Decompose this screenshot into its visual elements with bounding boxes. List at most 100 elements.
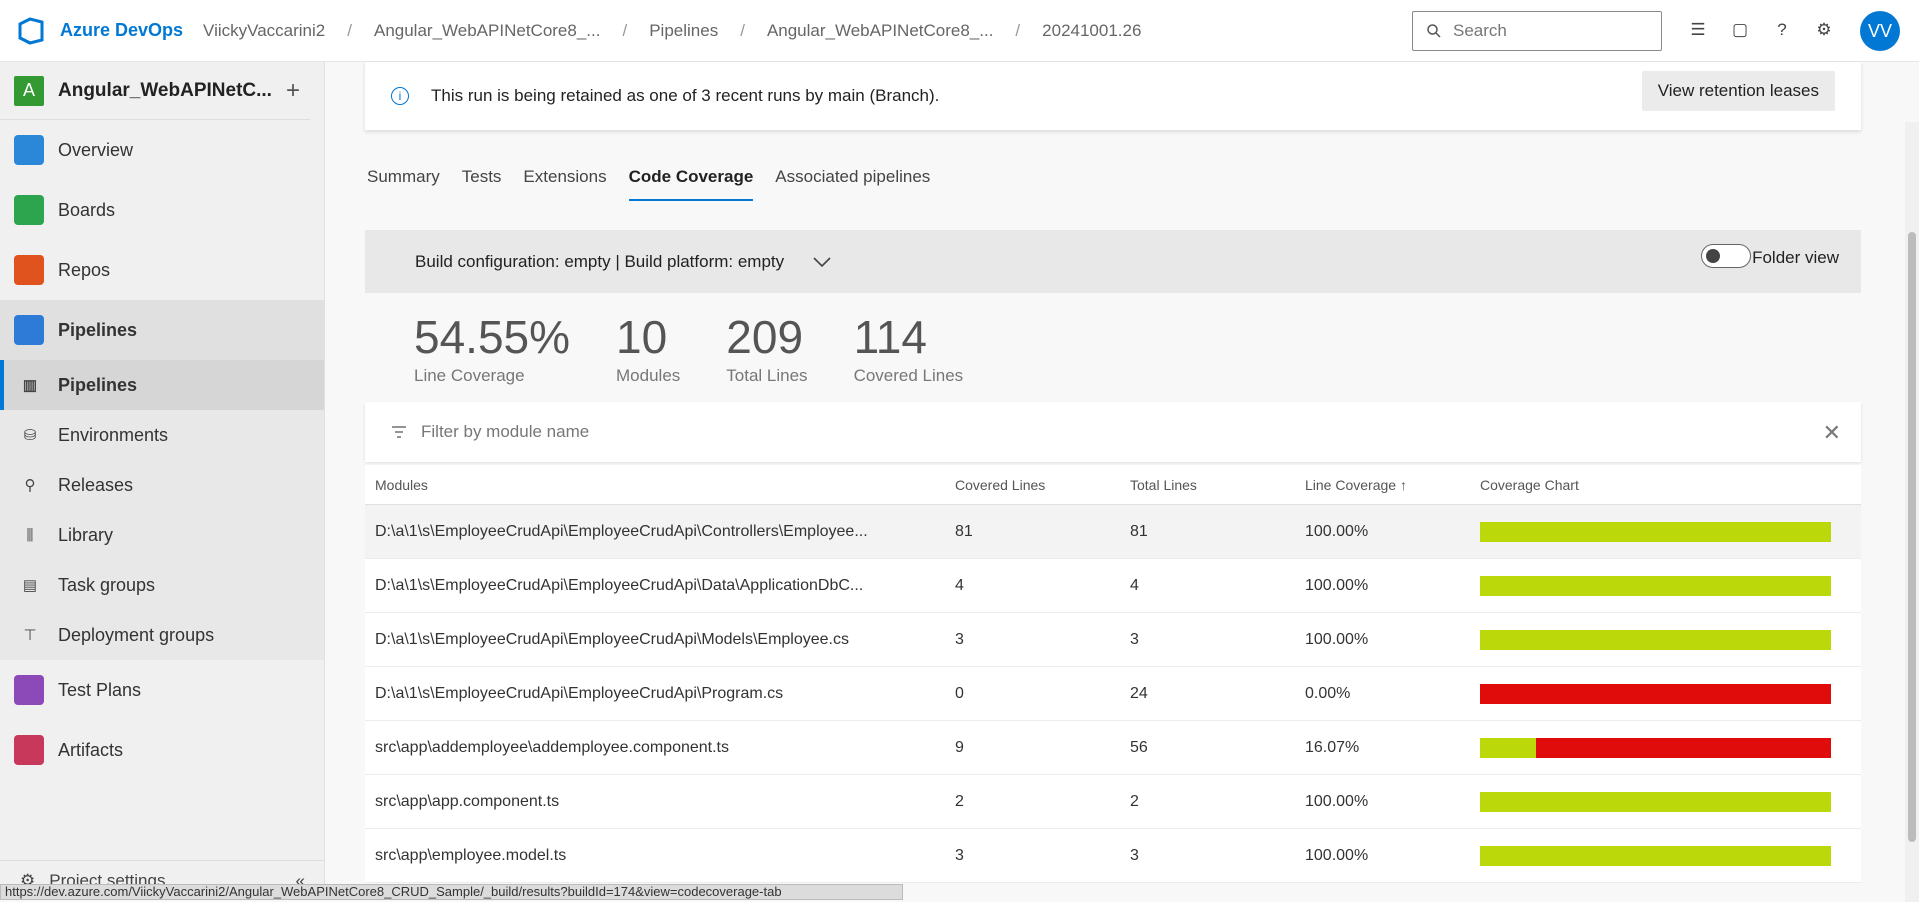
table-row[interactable]: D:\a\1\s\EmployeeCrudApi\EmployeeCrudApi… — [365, 559, 1861, 613]
status-url: https://dev.azure.com/ViickyVaccarini2/A… — [0, 884, 903, 900]
coverage-bar — [1480, 683, 1831, 704]
folder-view-toggle[interactable] — [1701, 244, 1751, 268]
filter-placeholder: Filter by module name — [421, 422, 590, 441]
module-cell: D:\a\1\s\EmployeeCrudApi\EmployeeCrudApi… — [375, 684, 784, 702]
work-items-icon[interactable]: ☰ — [1686, 18, 1710, 42]
stat-modules: 10 Modules — [616, 310, 680, 386]
breadcrumb-org[interactable]: ViickyVaccarini2 — [203, 21, 325, 41]
avatar[interactable]: VV — [1860, 11, 1900, 51]
sidebar-subitem-pipelines[interactable]: ▥ Pipelines — [0, 360, 324, 410]
column-header-line-coverage[interactable]: Line Coverage ↑ — [1305, 477, 1480, 493]
sidebar-item-label: Pipelines — [58, 319, 138, 340]
azure-devops-logo-icon[interactable] — [16, 16, 46, 46]
tab-associated-pipelines[interactable]: Associated pipelines — [775, 167, 930, 201]
column-header-total-lines[interactable]: Total Lines — [1130, 477, 1305, 493]
breadcrumb-run[interactable]: 20241001.26 — [1042, 21, 1141, 41]
close-icon[interactable]: ✕ — [1823, 420, 1841, 446]
tab-extensions[interactable]: Extensions — [523, 167, 606, 201]
total-lines-cell: 3 — [1130, 846, 1139, 864]
module-cell: src\app\employee.model.ts — [375, 846, 567, 864]
chevron-down-icon[interactable] — [812, 256, 832, 268]
coverage-chart-cell — [1480, 629, 1831, 650]
tab-summary[interactable]: Summary — [367, 167, 440, 201]
main-content: i This run is being retained as one of 3… — [325, 62, 1919, 902]
line-coverage-cell: 100.00% — [1305, 630, 1369, 648]
artifacts-icon — [14, 735, 44, 765]
tab-tests[interactable]: Tests — [462, 167, 502, 201]
covered-lines-cell: 3 — [955, 846, 964, 864]
coverage-bar-covered — [1480, 791, 1831, 812]
column-header-coverage-chart[interactable]: Coverage Chart — [1480, 477, 1831, 493]
breadcrumb-project[interactable]: Angular_WebAPINetCore8_... — [374, 21, 600, 41]
sidebar-item-label: Pipelines — [58, 374, 138, 395]
top-icons: ☰ ▢ ? ⚙ — [1686, 18, 1836, 42]
stat-total-lines: 209 Total Lines — [726, 310, 807, 386]
user-settings-icon[interactable]: ⚙ — [1812, 18, 1836, 42]
project-badge: A — [14, 75, 44, 106]
sidebar-item-test-plans[interactable]: Test Plans — [0, 660, 324, 720]
stat-value: 10 — [616, 311, 668, 363]
sidebar-item-label: Deployment groups — [58, 624, 215, 645]
sidebar-item-pipelines[interactable]: Pipelines — [0, 300, 324, 360]
build-config-bar[interactable]: Build configuration: empty | Build platf… — [365, 230, 1861, 293]
stat-value: 114 — [853, 311, 927, 363]
sidebar-subitem-task-groups[interactable]: ▤ Task groups — [0, 560, 324, 610]
module-filter[interactable]: Filter by module name ✕ — [365, 402, 1861, 462]
breadcrumb-pipelines[interactable]: Pipelines — [649, 21, 718, 41]
pipelines-sub-icon: ▥ — [22, 377, 38, 394]
sidebar-item-repos[interactable]: Repos — [0, 240, 324, 300]
table-row[interactable]: src\app\addemployee\addemployee.componen… — [365, 721, 1861, 775]
module-cell: src\app\addemployee\addemployee.componen… — [375, 738, 729, 756]
sidebar-item-label: Boards — [58, 199, 116, 220]
brand-name[interactable]: Azure DevOps — [60, 20, 183, 41]
scrollbar-thumb[interactable] — [1908, 232, 1916, 842]
sidebar-subitem-environments[interactable]: ⛁ Environments — [0, 410, 324, 460]
pipelines-subgroup: ▥ Pipelines ⛁ Environments ⚲ Releases ⫼ … — [0, 360, 324, 660]
total-lines-cell: 4 — [1130, 576, 1139, 594]
coverage-chart-cell — [1480, 845, 1831, 866]
stat-label: Total Lines — [726, 366, 808, 385]
deployment-groups-icon: ⊤ — [23, 627, 37, 644]
search-placeholder: Search — [1453, 21, 1507, 40]
breadcrumb-pipeline[interactable]: Angular_WebAPINetCore8_... — [767, 21, 993, 41]
sidebar-item-artifacts[interactable]: Artifacts — [0, 720, 324, 780]
top-bar: Azure DevOps ViickyVaccarini2 / Angular_… — [0, 0, 1919, 62]
table-row[interactable]: D:\a\1\s\EmployeeCrudApi\EmployeeCrudApi… — [365, 613, 1861, 667]
marketplace-icon[interactable]: ▢ — [1728, 18, 1752, 42]
coverage-bar — [1480, 845, 1831, 866]
test-plans-icon — [14, 675, 44, 705]
sidebar-subitem-deployment-groups[interactable]: ⊤ Deployment groups — [0, 610, 324, 660]
sidebar-item-boards[interactable]: Boards — [0, 180, 324, 240]
coverage-bar-covered — [1480, 521, 1831, 542]
tab-code-coverage[interactable]: Code Coverage — [628, 167, 754, 201]
line-coverage-cell: 100.00% — [1305, 576, 1369, 594]
view-retention-leases-button[interactable]: View retention leases — [1641, 71, 1835, 111]
stat-line-coverage: 54.55% Line Coverage — [414, 310, 570, 386]
sidebar-item-label: Overview — [58, 139, 134, 160]
help-icon[interactable]: ? — [1770, 18, 1794, 42]
coverage-chart-cell — [1480, 791, 1831, 812]
stat-value: 209 — [726, 311, 804, 363]
table-row[interactable]: src\app\employee.model.ts 3 3 100.00% — [365, 829, 1861, 883]
covered-lines-cell: 3 — [955, 630, 964, 648]
sidebar-item-overview[interactable]: Overview — [0, 120, 324, 180]
add-icon[interactable]: + — [286, 77, 300, 105]
column-header-covered-lines[interactable]: Covered Lines — [955, 477, 1130, 493]
build-config-text: Build configuration: empty | Build platf… — [415, 251, 785, 271]
total-lines-cell: 2 — [1130, 792, 1139, 810]
project-header[interactable]: A Angular_WebAPINetC... + — [0, 62, 310, 120]
project-name[interactable]: Angular_WebAPINetC... — [58, 80, 286, 102]
table-row[interactable]: src\app\app.component.ts 2 2 100.00% — [365, 775, 1861, 829]
table-row[interactable]: D:\a\1\s\EmployeeCrudApi\EmployeeCrudApi… — [365, 505, 1861, 559]
line-coverage-cell: 100.00% — [1305, 846, 1369, 864]
sidebar-subitem-library[interactable]: ⫼ Library — [0, 510, 324, 560]
column-header-modules[interactable]: Modules — [365, 477, 955, 493]
table-row[interactable]: D:\a\1\s\EmployeeCrudApi\EmployeeCrudApi… — [365, 667, 1861, 721]
sidebar-subitem-releases[interactable]: ⚲ Releases — [0, 460, 324, 510]
scrollbar[interactable] — [1905, 122, 1919, 902]
search-input[interactable]: Search — [1412, 11, 1662, 51]
task-groups-icon: ▤ — [22, 577, 38, 594]
retention-message: This run is being retained as one of 3 r… — [431, 86, 940, 105]
coverage-chart-cell — [1480, 683, 1831, 704]
column-header-label: Line Coverage — [1305, 476, 1397, 493]
